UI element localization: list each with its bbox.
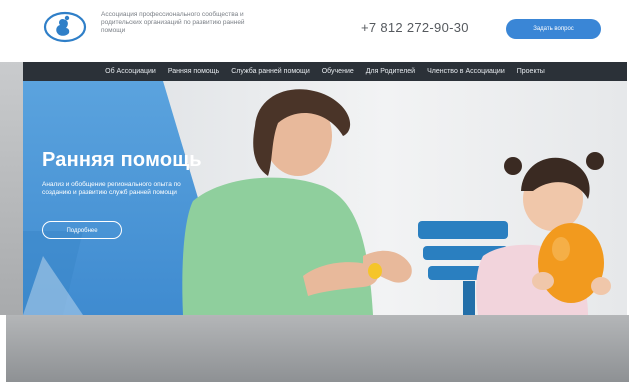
nav-item-about[interactable]: Об Ассоциации: [105, 68, 156, 75]
hero-banner: Ранняя помощь Анализ и обобщение региона…: [23, 81, 627, 315]
page: Ассоциация профессионального сообщества …: [0, 0, 629, 382]
nav-item-membership[interactable]: Членство в Ассоциации: [427, 68, 505, 75]
hero-title: Ранняя помощь: [42, 149, 202, 171]
nav-item-education[interactable]: Обучение: [322, 68, 354, 75]
nav-item-projects[interactable]: Проекты: [517, 68, 545, 75]
below-hero-area: [6, 315, 629, 382]
hero-subtitle: Анализ и обобщение регионального опыта п…: [42, 181, 181, 196]
left-edge-shadow: [0, 62, 23, 315]
ask-question-button[interactable]: Задать вопрос: [506, 19, 601, 39]
org-name: Ассоциация профессионального сообщества …: [101, 11, 245, 34]
hero-illustration: [23, 81, 627, 315]
nav-item-service[interactable]: Служба ранней помощи: [231, 68, 310, 75]
more-button[interactable]: Подробнее: [42, 221, 122, 239]
nav-item-early-help[interactable]: Ранняя помощь: [168, 68, 219, 75]
phone-number[interactable]: +7 812 272-90-30: [361, 20, 469, 35]
main-nav: Об Ассоциации Ранняя помощь Служба ранне…: [23, 62, 627, 81]
nav-item-parents[interactable]: Для Родителей: [366, 68, 415, 75]
header: Ассоциация профессионального сообщества …: [0, 0, 629, 62]
association-logo[interactable]: [43, 11, 87, 43]
